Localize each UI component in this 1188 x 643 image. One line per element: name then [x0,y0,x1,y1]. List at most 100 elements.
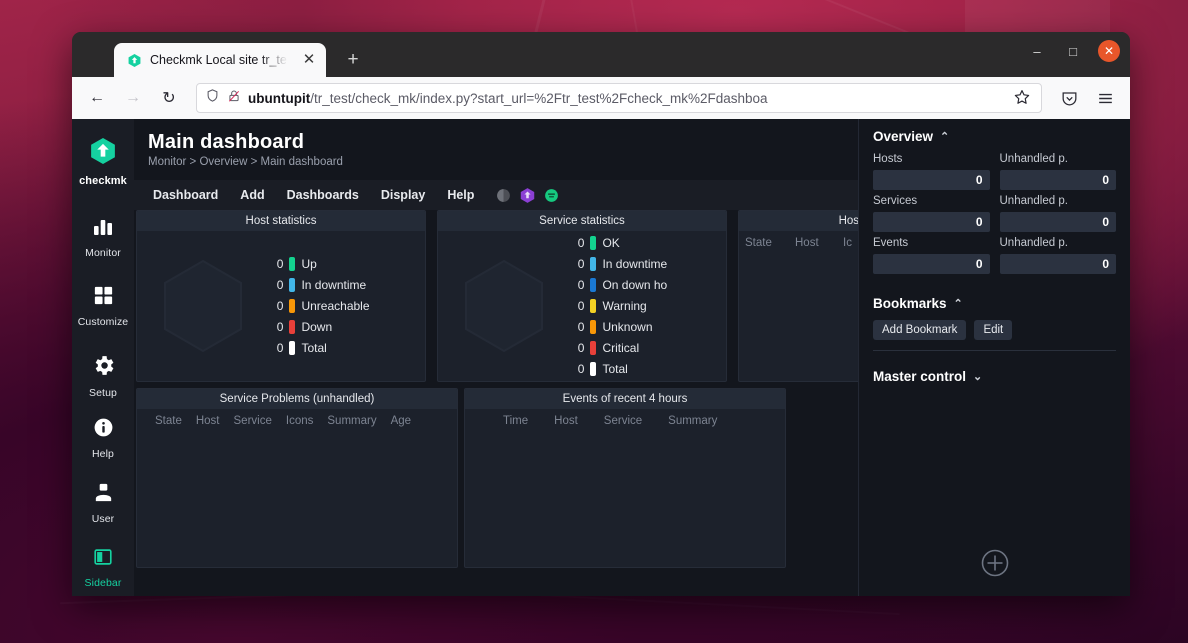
chevron-down-icon[interactable]: ⌄ [973,370,982,383]
menubar-icons [495,187,560,204]
browser-titlebar: Checkmk Local site tr_te ✕ + ‒ □ ✕ [72,32,1130,77]
dashboard-grid: Host statistics 0 Up 0 In downtime 0 Unr… [134,210,858,596]
checkmk-right-sidebar: Overview ⌃ Hosts Unhandled p. 0 0 Servic… [858,119,1130,596]
column-header[interactable]: Host [554,415,578,427]
green-status-circle-icon[interactable] [543,187,560,204]
status-color-bar [289,278,296,292]
stat-row[interactable]: 0 In downtime [570,254,720,275]
sidebar-item-label: Customize [77,316,129,328]
column-header[interactable]: Host [795,237,843,249]
contrast-moon-icon[interactable] [495,187,512,204]
overview-value-services[interactable]: 0 [873,212,990,232]
forward-icon[interactable]: → [118,83,148,113]
pocket-icon[interactable] [1054,83,1084,113]
column-header[interactable]: State [745,237,795,249]
menu-item-dashboard[interactable]: Dashboard [142,182,229,208]
tab-close-icon[interactable]: ✕ [300,51,318,69]
column-header[interactable]: Summary [668,415,717,427]
checkmk-hexagon-icon [126,52,142,68]
star-icon[interactable] [1013,88,1033,108]
column-header[interactable]: State [155,415,182,427]
stat-label: Total [301,341,327,355]
sidebar-item-user[interactable]: User [72,474,134,531]
stat-row[interactable]: 0 On down ho [570,275,720,296]
add-snapin-button[interactable] [980,548,1010,578]
sidebar-item-help[interactable]: Help [72,409,134,466]
column-header[interactable]: Summary [327,415,376,427]
dashlet-events[interactable]: Events of recent 4 hours Time Host Servi… [464,388,786,568]
column-header[interactable]: Age [391,415,411,427]
dashlet-title: Service Problems (unhandled) [137,389,457,409]
stat-row[interactable]: 0 Total [269,338,419,359]
stat-row[interactable]: 0 Unreachable [269,296,419,317]
overview-value-hosts-unhandled[interactable]: 0 [999,170,1116,190]
overview-value-services-unhandled[interactable]: 0 [999,212,1116,232]
address-bar[interactable]: ubuntupit/tr_test/check_mk/index.py?star… [196,83,1042,113]
sidebar-item-monitor[interactable]: Monitor [72,207,134,265]
dashlet-service-statistics[interactable]: Service statistics 0 OK 0 In downtime 0 … [437,210,727,382]
sidebar-item-checkmk-logo[interactable]: checkmk [72,129,134,193]
service-statistics-list: 0 OK 0 In downtime 0 On down ho 0 Warnin… [570,231,726,381]
sidebar-item-customize[interactable]: Customize [72,277,134,334]
window-minimize-button[interactable]: ‒ [1026,40,1048,62]
stat-label: Up [301,257,317,271]
stat-row[interactable]: 0 Down [269,317,419,338]
overview-value-events[interactable]: 0 [873,254,990,274]
edit-bookmarks-button[interactable]: Edit [974,320,1013,340]
sidebar-item-sidebar-toggle[interactable]: Sidebar [72,539,134,595]
dashlet-service-problems[interactable]: Service Problems (unhandled) State Host … [136,388,458,568]
browser-tab[interactable]: Checkmk Local site tr_te ✕ [114,43,326,77]
snapin-header-master-control[interactable]: Master control ⌄ [873,369,1116,384]
column-header[interactable]: Icons [286,415,314,427]
stat-row[interactable]: 0 Total [570,359,720,380]
column-header[interactable]: Ic [843,237,852,249]
window-maximize-button[interactable]: □ [1062,40,1084,62]
checkmk-purple-hexagon-icon[interactable] [519,187,536,204]
chevron-up-icon[interactable]: ⌃ [940,130,949,143]
overview-value-events-unhandled[interactable]: 0 [999,254,1116,274]
dashlet-title: Host Problems (u [739,211,858,231]
stat-label: Warning [602,299,647,313]
sidebar-item-setup[interactable]: Setup [72,346,134,405]
stat-label: Unknown [602,320,653,334]
chevron-up-icon[interactable]: ⌃ [954,297,963,310]
page-title: Main dashboard [148,131,305,153]
column-header[interactable]: Time [503,415,528,427]
new-tab-button[interactable]: + [338,45,368,75]
status-color-bar [590,278,597,292]
status-color-bar [289,257,296,271]
stat-row[interactable]: 0 Unknown [570,317,720,338]
checkmk-main-navigation: checkmk Monitor Customize Setup Help Use… [72,119,134,596]
host-problems-table-header: State Host Ic [739,231,858,249]
sidebar-item-label: Setup [89,387,117,399]
snapin-header-bookmarks[interactable]: Bookmarks ⌃ [873,296,1116,311]
overview-value-hosts[interactable]: 0 [873,170,990,190]
column-header[interactable]: Host [196,415,220,427]
stat-row[interactable]: 0 In downtime [269,275,419,296]
checkmk-app: checkmk Monitor Customize Setup Help Use… [72,119,1130,596]
column-header[interactable]: Service [604,415,642,427]
snapin-header-overview[interactable]: Overview ⌃ [873,129,1116,144]
reload-icon[interactable]: ↻ [154,83,184,113]
dashlet-host-problems[interactable]: Host Problems (u State Host Ic [738,210,858,382]
window-close-button[interactable]: ✕ [1098,40,1120,62]
stat-row[interactable]: 0 Warning [570,296,720,317]
overview-grid: Hosts Unhandled p. 0 0 Services Unhandle… [873,153,1116,274]
stat-row[interactable]: 0 Critical [570,338,720,359]
menu-item-add[interactable]: Add [229,182,275,208]
column-header[interactable]: Service [234,415,272,427]
stat-row[interactable]: 0 Up [269,254,419,275]
stat-label: In downtime [602,257,668,271]
dashlet-host-statistics[interactable]: Host statistics 0 Up 0 In downtime 0 Unr… [136,210,426,382]
stat-count: 0 [577,341,585,355]
hamburger-menu-icon[interactable] [1090,83,1120,113]
menu-item-display[interactable]: Display [370,182,436,208]
menu-item-help[interactable]: Help [436,182,485,208]
back-icon[interactable]: ← [82,83,112,113]
stat-count: 0 [577,362,585,376]
add-bookmark-button[interactable]: Add Bookmark [873,320,967,340]
menu-item-dashboards[interactable]: Dashboards [276,182,370,208]
stat-count: 0 [577,299,585,313]
overview-label: Events [873,237,909,249]
stat-row[interactable]: 0 OK [570,233,720,254]
